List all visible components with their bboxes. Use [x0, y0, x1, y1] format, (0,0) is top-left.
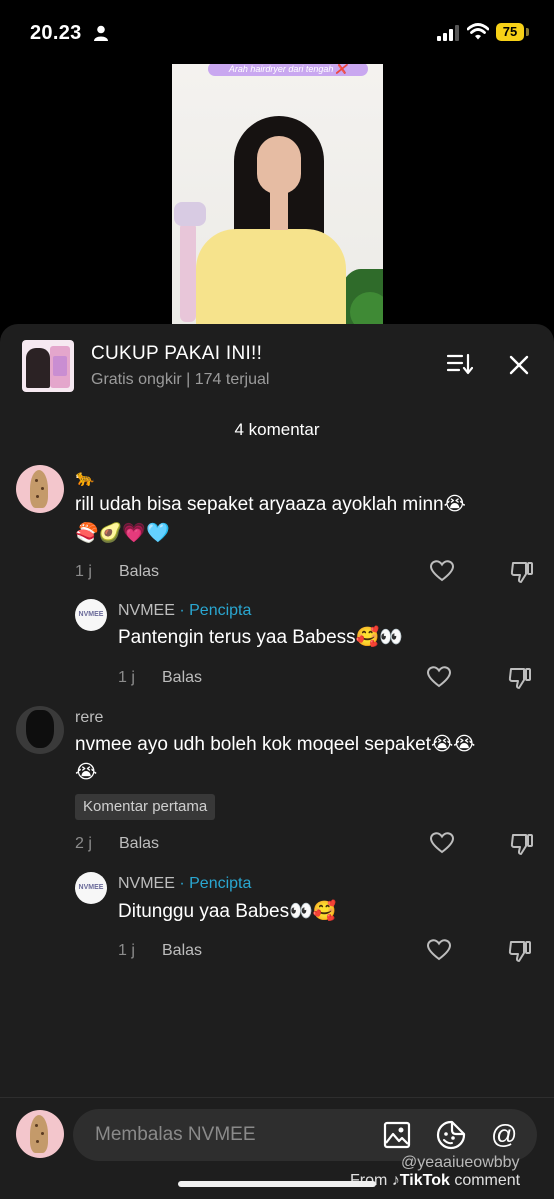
reply-username[interactable]: NVMEE · Pencipta: [118, 875, 251, 893]
user-avatar[interactable]: [16, 1110, 64, 1158]
first-comment-badge: Komentar pertama: [75, 794, 216, 820]
comment-text-continued: 🍣🥑💗🩵: [75, 523, 170, 544]
comment-count: 4 komentar: [234, 420, 320, 439]
product-subtitle: Gratis ongkir | 174 terjual: [91, 371, 270, 388]
wifi-icon: [467, 23, 489, 40]
battery-tip: [526, 28, 529, 36]
watermark-suffix: comment: [454, 1172, 521, 1189]
battery-indicator: 75: [496, 23, 524, 41]
person-face: [257, 136, 301, 194]
video-preview[interactable]: Arah hairdryer dari tengah ❌: [172, 64, 383, 326]
avatar-spot: [35, 1124, 38, 1127]
avatar-cheetah-figure: [30, 1115, 48, 1153]
heart-icon[interactable]: [427, 939, 451, 961]
reply-button[interactable]: Balas: [119, 835, 159, 853]
reply-text: Pantengin terus yaa Babess🥰👀: [118, 627, 403, 648]
emoji-sticker-icon[interactable]: [436, 1120, 466, 1150]
close-icon[interactable]: [509, 355, 529, 375]
reply-input-placeholder: Membalas NVMEE: [95, 1124, 256, 1145]
avatar-spot: [36, 495, 39, 498]
comment-username[interactable]: rere: [75, 709, 103, 727]
reply-time: 1 j: [118, 669, 135, 686]
hairdryer: [174, 202, 206, 226]
avatar-brand[interactable]: NVMEE: [75, 872, 107, 904]
avatar-spot: [36, 1140, 39, 1143]
avatar-spot: [41, 1132, 44, 1135]
heart-icon[interactable]: [430, 560, 454, 582]
person-body: [196, 229, 346, 326]
dislike-icon[interactable]: [510, 560, 534, 584]
hairdryer-handle: [180, 222, 196, 322]
sort-icon[interactable]: [447, 353, 473, 375]
creator-tag: · Pencipta: [179, 875, 252, 892]
reply-username-text: NVMEE: [118, 875, 175, 892]
screen: 20.23 75 Arah hairdryer dari tengah ❌ CU…: [0, 0, 554, 1199]
reply-username-text: NVMEE: [118, 602, 175, 619]
reply-time: 1 j: [118, 942, 135, 959]
watermark-brand: TikTok: [399, 1172, 450, 1189]
comment-username[interactable]: 🐆: [75, 468, 95, 488]
product-thumbnail[interactable]: [22, 340, 74, 392]
dislike-icon[interactable]: [508, 666, 532, 690]
status-time: 20.23: [30, 22, 82, 44]
signal-icon: [437, 25, 459, 41]
avatar[interactable]: [16, 465, 64, 513]
avatar-spot: [41, 487, 44, 490]
mention-icon[interactable]: @: [491, 1119, 517, 1150]
avatar-bat-figure: [26, 710, 54, 748]
heart-icon[interactable]: [427, 666, 451, 688]
dislike-icon[interactable]: [508, 939, 532, 963]
comments-panel: CUKUP PAKAI INI!! Gratis ongkir | 174 te…: [0, 324, 554, 1199]
thumb-box-inner: [53, 356, 67, 376]
divider: [0, 1097, 554, 1098]
plant-decoration: [350, 292, 383, 326]
thumb-person: [26, 348, 50, 388]
status-bar: 20.23 75: [0, 0, 554, 62]
watermark-from: From ♪TikTok comment: [350, 1172, 520, 1190]
tiktok-logo-icon: ♪: [391, 1172, 400, 1189]
heart-icon[interactable]: [430, 832, 454, 854]
reply-button[interactable]: Balas: [162, 669, 202, 687]
comment-text: nvmee ayo udh boleh kok moqeel sepaket😭😭: [75, 734, 476, 755]
avatar-cheetah-figure: [30, 470, 48, 508]
reply-button[interactable]: Balas: [162, 942, 202, 960]
product-title[interactable]: CUKUP PAKAI INI!!: [91, 343, 262, 365]
video-caption: Arah hairdryer dari tengah ❌: [208, 64, 368, 76]
comment-text: rill udah bisa sepaket aryaaza ayoklah m…: [75, 494, 466, 515]
reply-text: Ditunggu yaa Babes👀🥰: [118, 901, 337, 922]
comment-time: 2 j: [75, 835, 92, 852]
creator-tag: · Pencipta: [179, 602, 252, 619]
watermark-handle: @yeaaiueowbby: [401, 1154, 520, 1171]
person-neck: [270, 190, 288, 230]
person-icon: [94, 25, 108, 41]
avatar-brand[interactable]: NVMEE: [75, 599, 107, 631]
dislike-icon[interactable]: [510, 832, 534, 856]
home-indicator[interactable]: [178, 1181, 376, 1187]
reply-button[interactable]: Balas: [119, 563, 159, 581]
reply-username[interactable]: NVMEE · Pencipta: [118, 602, 251, 620]
comment-time: 1 j: [75, 563, 92, 580]
image-icon[interactable]: [383, 1121, 411, 1149]
avatar-spot: [35, 479, 38, 482]
comment-text-continued: 😭: [75, 762, 98, 783]
avatar[interactable]: [16, 706, 64, 754]
